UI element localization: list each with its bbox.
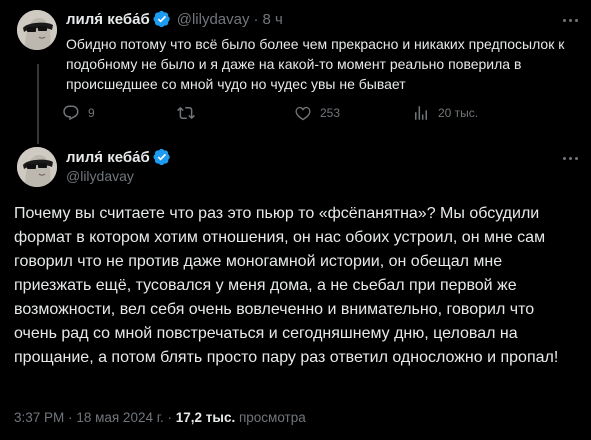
views-icon xyxy=(415,106,427,120)
retweet-icon xyxy=(177,106,195,120)
author-name[interactable]: лиля́ кеба́б xyxy=(66,11,150,28)
avatar-image xyxy=(17,10,57,50)
view-count: 20 тыс. xyxy=(438,106,479,120)
tweet2-header: лиля́ кеба́б xyxy=(66,148,171,166)
more-icon xyxy=(562,156,566,160)
more-button[interactable] xyxy=(560,148,580,168)
author-handle[interactable]: @lilydavay xyxy=(177,11,250,28)
avatar[interactable] xyxy=(17,10,57,50)
reply-button[interactable]: 9 xyxy=(62,104,95,122)
reply-icon xyxy=(63,105,79,121)
retweet-button[interactable] xyxy=(177,104,203,122)
tweet-time[interactable]: 3:37 PM xyxy=(14,410,64,425)
separator: · xyxy=(68,410,73,425)
tweet-time[interactable]: 8 ч xyxy=(263,11,283,28)
like-icon xyxy=(295,106,311,121)
tweet1-header: лиля́ кеба́б @lilydavay · 8 ч xyxy=(66,10,283,28)
author-handle[interactable]: @lilydavay xyxy=(66,168,134,184)
views-label: просмотра xyxy=(238,410,306,425)
separator: · xyxy=(253,10,259,28)
like-button[interactable]: 253 xyxy=(294,104,340,122)
tweet-date[interactable]: 18 мая 2024 г. xyxy=(76,410,163,425)
more-icon xyxy=(562,18,566,22)
avatar-image xyxy=(17,147,57,187)
tweet-actions: 9 253 20 тыс. xyxy=(62,104,562,124)
thread-line xyxy=(37,64,39,144)
view-count: 17,2 тыс. xyxy=(175,410,236,425)
more-button[interactable] xyxy=(560,10,580,30)
avatar[interactable] xyxy=(17,147,57,187)
author-name[interactable]: лиля́ кеба́б xyxy=(66,149,150,166)
tweet-text: Обидно потому что всё было более чем пре… xyxy=(66,36,565,92)
tweet-text: Почему вы считаете что раз это пьюр то «… xyxy=(14,205,559,366)
verified-badge-icon xyxy=(153,10,170,28)
tweet-meta: 3:37 PM · 18 мая 2024 г. · 17,2 тыс. про… xyxy=(14,410,306,425)
views-button[interactable]: 20 тыс. xyxy=(412,104,478,122)
verified-badge-icon xyxy=(153,148,170,166)
separator: · xyxy=(167,410,173,425)
like-count: 253 xyxy=(320,106,341,120)
reply-count: 9 xyxy=(88,106,95,120)
